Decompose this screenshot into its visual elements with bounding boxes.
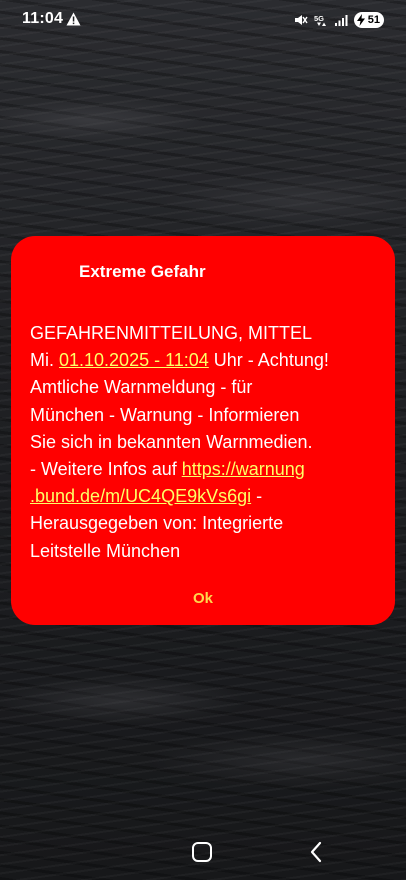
warning-url-link-continued[interactable]: .bund.de/m/UC4QE9kVs6gi <box>30 486 251 506</box>
home-icon[interactable] <box>192 842 212 862</box>
status-icons: 5G 51 <box>294 11 384 29</box>
battery-level: 51 <box>367 14 380 26</box>
emergency-alert-dialog: Extreme Gefahr GEFAHRENMITTEILUNG, MITTE… <box>11 236 395 625</box>
message-line-1: GEFAHRENMITTEILUNG, MITTEL <box>30 323 313 343</box>
ok-button[interactable]: Ok <box>183 586 223 610</box>
battery-icon: 51 <box>354 12 384 28</box>
dialog-title: Extreme Gefahr <box>79 262 206 281</box>
warning-url-link[interactable]: https://warnung <box>182 459 305 479</box>
alert-triangle-icon <box>66 12 81 26</box>
back-icon[interactable] <box>308 841 324 863</box>
signal-icon <box>335 15 348 26</box>
message-prefix: Mi. <box>30 350 59 371</box>
dialog-message: GEFAHRENMITTEILUNG, MITTEL Mi. 01.10.202… <box>30 320 382 565</box>
svg-text:5G: 5G <box>314 14 324 23</box>
status-bar: 11:04 5G 51 <box>0 0 406 40</box>
charging-bolt-icon <box>357 14 365 26</box>
navigation-bar <box>0 830 406 880</box>
5g-icon: 5G <box>314 14 326 26</box>
mute-icon <box>295 15 308 25</box>
status-time: 11:04 <box>22 10 64 27</box>
date-link[interactable]: 01.10.2025 - 11:04 <box>59 350 209 370</box>
